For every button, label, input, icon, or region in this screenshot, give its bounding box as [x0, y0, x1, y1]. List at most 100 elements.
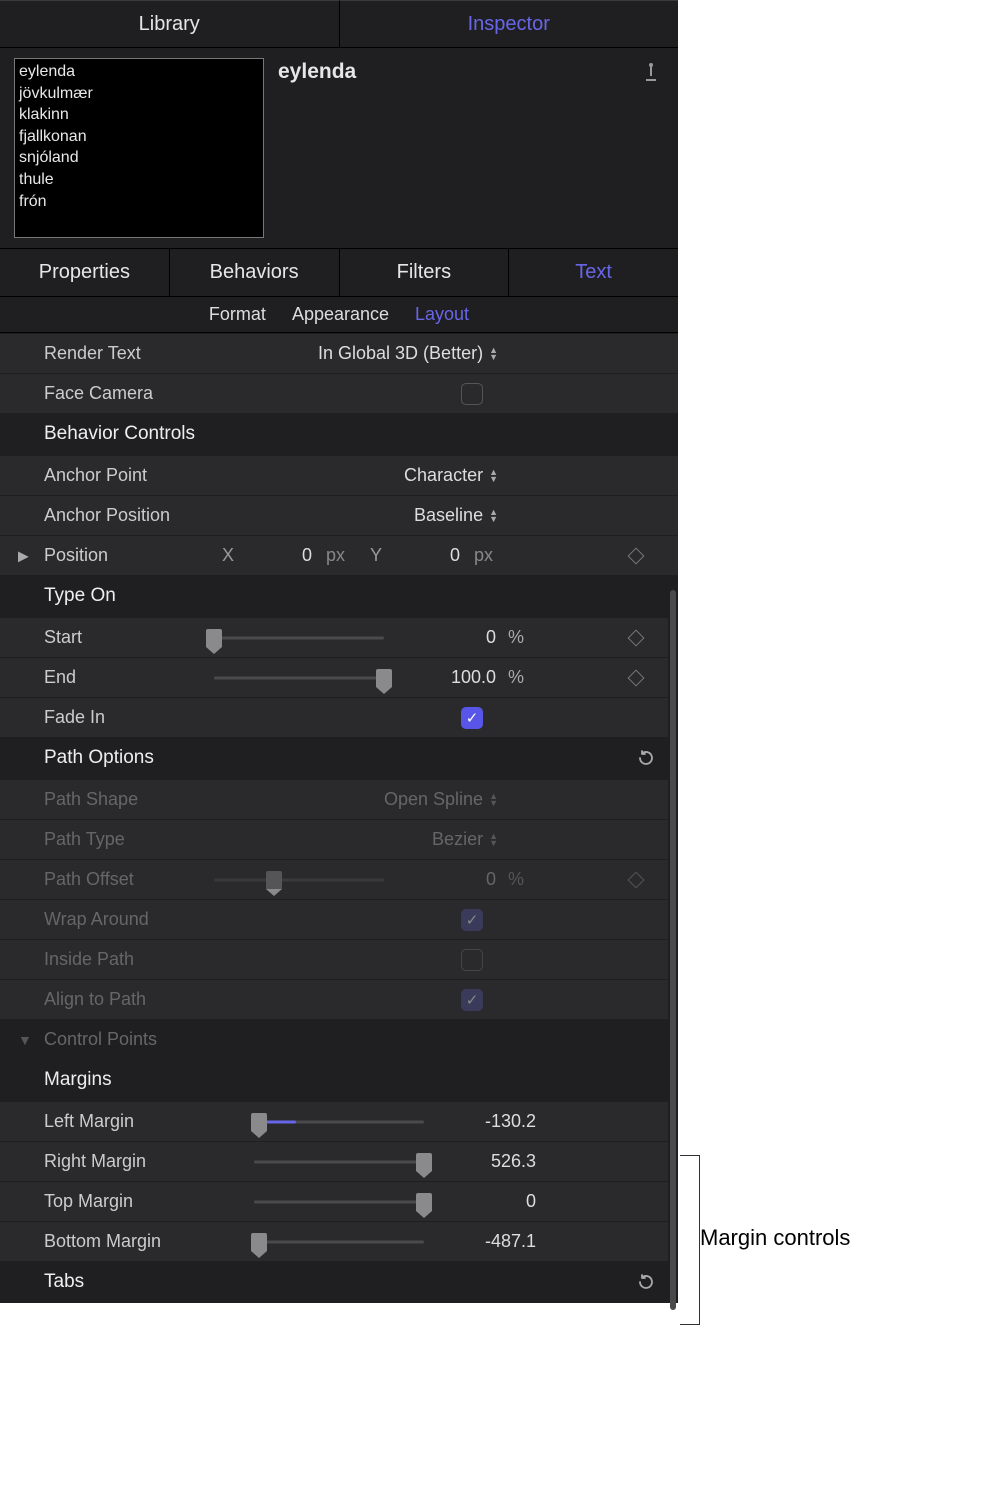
- path-type-value: Bezier: [432, 829, 483, 850]
- annotation-label: Margin controls: [700, 1225, 850, 1251]
- disclosure-triangle-icon: ▼: [18, 1032, 32, 1048]
- bottom-margin-value[interactable]: -487.1: [436, 1231, 536, 1252]
- percent-unit: %: [508, 667, 536, 688]
- render-text-value: In Global 3D (Better): [318, 343, 483, 364]
- subtab-filters[interactable]: Filters: [339, 249, 509, 296]
- tab-inspector[interactable]: Inspector: [339, 0, 679, 47]
- top-tabs: Library Inspector: [0, 0, 678, 48]
- fade-in-label: Fade In: [44, 707, 214, 728]
- path-type-label: Path Type: [44, 829, 214, 850]
- right-margin-slider[interactable]: [254, 1153, 424, 1171]
- path-offset-value: 0: [396, 869, 496, 890]
- path-options-header: Path Options: [0, 737, 678, 779]
- face-camera-checkbox[interactable]: [461, 383, 483, 405]
- position-y-value[interactable]: 0: [390, 545, 460, 566]
- path-shape-label: Path Shape: [44, 789, 214, 810]
- position-row: ▶ Position X 0 px Y 0 px: [0, 535, 678, 575]
- path-shape-popup: Open Spline ▲▼: [214, 789, 658, 810]
- wrap-around-checkbox: ✓: [461, 909, 483, 931]
- scrollbar[interactable]: [668, 590, 678, 1303]
- type-on-end-value[interactable]: 100.0: [396, 667, 496, 688]
- anchor-point-row: Anchor Point Character ▲▼: [0, 455, 678, 495]
- tabs-section-header: Tabs: [0, 1261, 678, 1303]
- anchor-position-value: Baseline: [414, 505, 483, 526]
- behavior-controls-header: Behavior Controls: [0, 413, 678, 455]
- stepper-icon: ▲▼: [489, 793, 498, 807]
- right-margin-row: Right Margin 526.3: [0, 1141, 678, 1181]
- render-text-row: Render Text In Global 3D (Better) ▲▼: [0, 333, 678, 373]
- anchor-point-value: Character: [404, 465, 483, 486]
- fade-in-row: Fade In ✓: [0, 697, 678, 737]
- scrollbar-thumb[interactable]: [670, 590, 676, 1310]
- align-to-path-label: Align to Path: [44, 989, 214, 1010]
- position-y-label: Y: [362, 545, 382, 566]
- control-points-label: Control Points: [44, 1029, 214, 1050]
- type-on-end-row: End 100.0 %: [0, 657, 678, 697]
- anchor-point-popup[interactable]: Character ▲▼: [214, 465, 658, 486]
- disclosure-triangle-icon[interactable]: ▶: [18, 547, 29, 564]
- anchor-position-popup[interactable]: Baseline ▲▼: [214, 505, 658, 526]
- percent-unit: %: [508, 869, 536, 890]
- top-margin-row: Top Margin 0: [0, 1181, 678, 1221]
- path-offset-row: Path Offset 0 %: [0, 859, 678, 899]
- anchor-position-label: Anchor Position: [44, 505, 214, 526]
- tabs-section-title: Tabs: [44, 1271, 84, 1292]
- subtab-properties[interactable]: Properties: [0, 249, 169, 296]
- type-on-header: Type On: [0, 575, 678, 617]
- type-on-start-label: Start: [44, 627, 214, 648]
- left-margin-row: Left Margin -130.2: [0, 1101, 678, 1141]
- path-options-title: Path Options: [44, 747, 154, 768]
- path-shape-value: Open Spline: [384, 789, 483, 810]
- text-preview: eylendajövkulmærklakinnfjallkonansnjólan…: [14, 58, 264, 238]
- minitab-format[interactable]: Format: [209, 304, 266, 325]
- pin-icon[interactable]: [642, 58, 666, 84]
- top-margin-value[interactable]: 0: [436, 1191, 536, 1212]
- bottom-margin-label: Bottom Margin: [44, 1231, 254, 1252]
- wrap-around-row: Wrap Around ✓: [0, 899, 678, 939]
- control-points-row: ▼ Control Points: [0, 1019, 678, 1059]
- bottom-margin-slider[interactable]: [254, 1233, 424, 1251]
- type-on-start-value[interactable]: 0: [396, 627, 496, 648]
- left-margin-value[interactable]: -130.2: [436, 1111, 536, 1132]
- minitab-appearance[interactable]: Appearance: [292, 304, 389, 325]
- path-type-row: Path Type Bezier ▲▼: [0, 819, 678, 859]
- mini-tabs: Format Appearance Layout: [0, 297, 678, 333]
- object-title: eylenda: [278, 58, 628, 84]
- left-margin-label: Left Margin: [44, 1111, 254, 1132]
- percent-unit: %: [508, 627, 536, 648]
- type-on-end-label: End: [44, 667, 214, 688]
- stepper-icon: ▲▼: [489, 347, 498, 361]
- tab-library[interactable]: Library: [0, 0, 339, 47]
- anchor-position-row: Anchor Position Baseline ▲▼: [0, 495, 678, 535]
- stepper-icon: ▲▼: [489, 833, 498, 847]
- type-on-start-slider[interactable]: [214, 629, 384, 647]
- left-margin-slider[interactable]: [254, 1113, 424, 1131]
- reset-icon[interactable]: [636, 748, 656, 768]
- subtab-text[interactable]: Text: [508, 249, 678, 296]
- type-on-end-slider[interactable]: [214, 669, 384, 687]
- anchor-point-label: Anchor Point: [44, 465, 214, 486]
- minitab-layout[interactable]: Layout: [415, 304, 469, 325]
- inside-path-checkbox: [461, 949, 483, 971]
- bottom-margin-row: Bottom Margin -487.1: [0, 1221, 678, 1261]
- render-text-label: Render Text: [44, 343, 214, 364]
- inside-path-label: Inside Path: [44, 949, 214, 970]
- align-to-path-row: Align to Path ✓: [0, 979, 678, 1019]
- top-margin-slider[interactable]: [254, 1193, 424, 1211]
- face-camera-label: Face Camera: [44, 383, 214, 404]
- path-offset-label: Path Offset: [44, 869, 214, 890]
- inspector-panel: Library Inspector eylendajövkulmærklakin…: [0, 0, 678, 1303]
- top-margin-label: Top Margin: [44, 1191, 254, 1212]
- position-x-label: X: [214, 545, 234, 566]
- subtab-behaviors[interactable]: Behaviors: [169, 249, 339, 296]
- position-y-unit: px: [474, 545, 502, 566]
- position-x-value[interactable]: 0: [242, 545, 312, 566]
- reset-icon[interactable]: [636, 1272, 656, 1292]
- render-text-popup[interactable]: In Global 3D (Better) ▲▼: [214, 343, 658, 364]
- stepper-icon: ▲▼: [489, 509, 498, 523]
- fade-in-checkbox[interactable]: ✓: [461, 707, 483, 729]
- preview-row: eylendajövkulmærklakinnfjallkonansnjólan…: [0, 48, 678, 249]
- type-on-start-row: Start 0 %: [0, 617, 678, 657]
- wrap-around-label: Wrap Around: [44, 909, 214, 930]
- right-margin-value[interactable]: 526.3: [436, 1151, 536, 1172]
